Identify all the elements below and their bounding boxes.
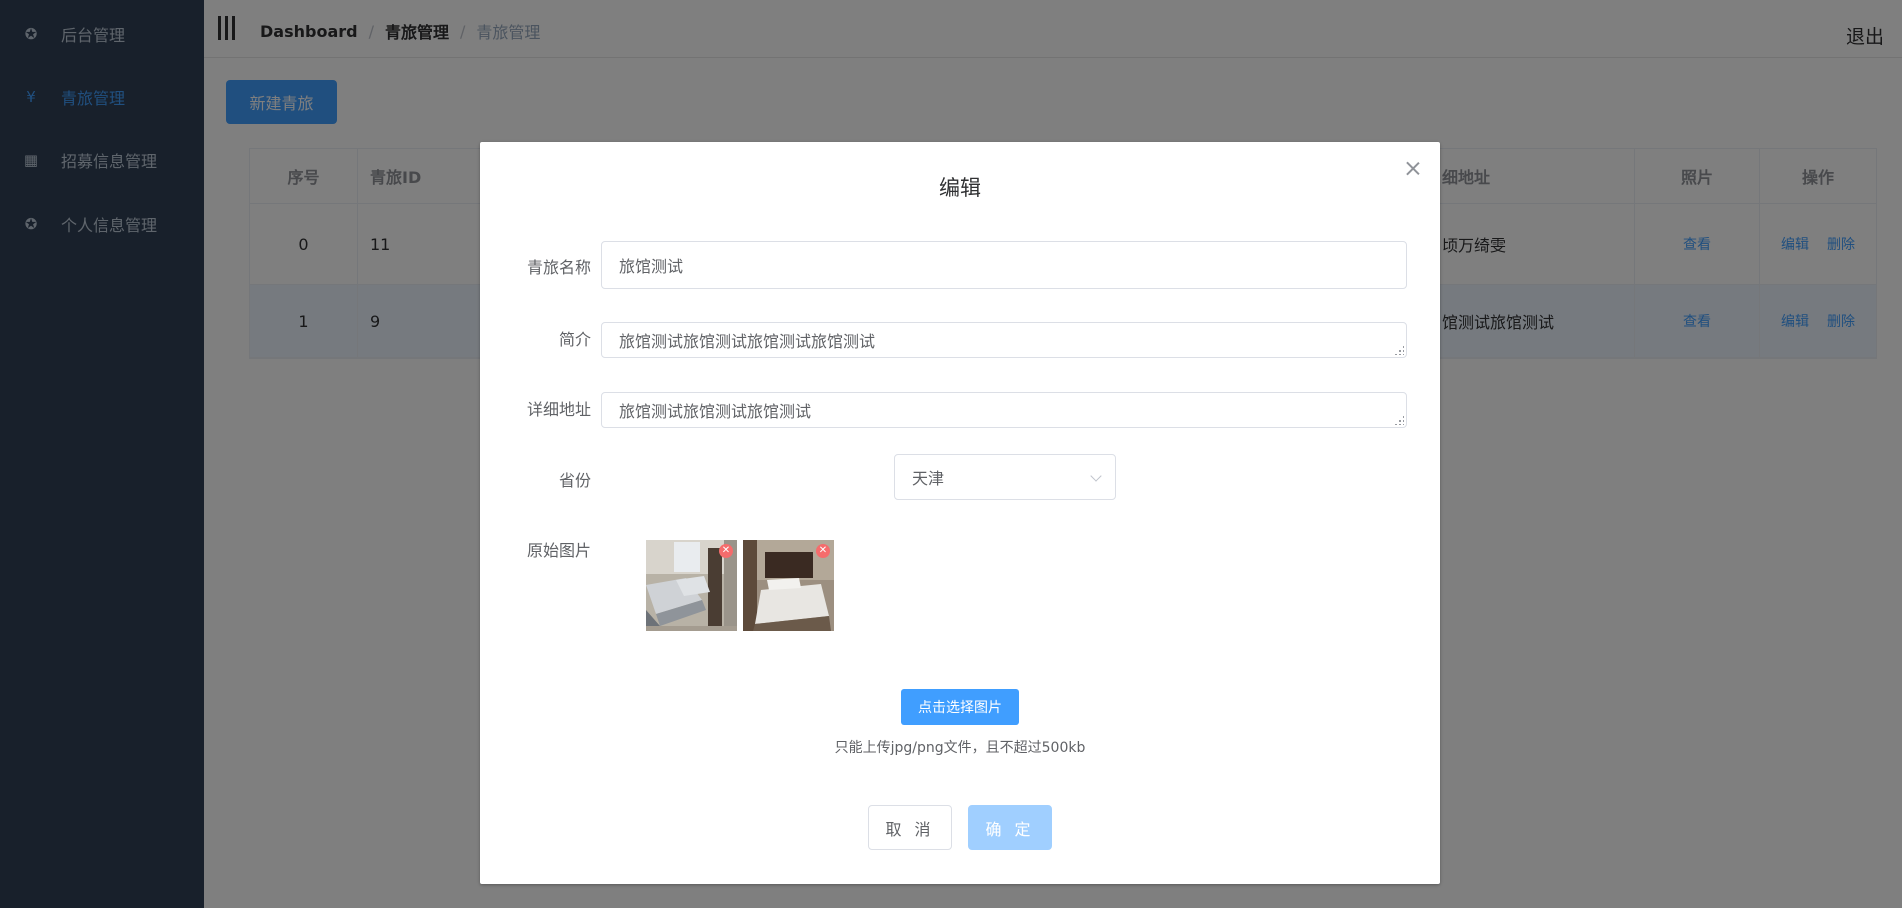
chevron-down-icon	[1090, 470, 1102, 482]
address-textarea[interactable]: 旅馆测试旅馆测试旅馆测试	[601, 392, 1407, 428]
intro-textarea[interactable]: 旅馆测试旅馆测试旅馆测试旅馆测试	[601, 322, 1407, 358]
address-text: 旅馆测试旅馆测试旅馆测试	[619, 402, 812, 421]
resize-handle-icon[interactable]	[1394, 345, 1404, 355]
remove-image-icon[interactable]: ✕	[719, 544, 733, 558]
select-image-button[interactable]: 点击选择图片	[901, 689, 1019, 725]
province-label: 省份	[558, 471, 591, 490]
name-label: 青旅名称	[526, 258, 591, 277]
confirm-button[interactable]: 确 定	[968, 805, 1052, 850]
dialog-title: 编辑	[939, 176, 981, 200]
edit-dialog: 编辑 青旅名称 旅馆测试 简介 旅馆测试旅馆测试旅馆测试旅馆测试 详细地址 旅馆…	[480, 142, 1440, 884]
cancel-button[interactable]: 取 消	[868, 805, 952, 850]
province-value: 天津	[912, 469, 945, 488]
remove-image-icon[interactable]: ✕	[816, 544, 830, 558]
intro-text: 旅馆测试旅馆测试旅馆测试旅馆测试	[619, 332, 876, 351]
address-label: 详细地址	[526, 400, 591, 419]
images-label: 原始图片	[526, 541, 591, 560]
upload-tip: 只能上传jpg/png文件，且不超过500kb	[834, 740, 1086, 756]
intro-label: 简介	[558, 330, 591, 349]
image-thumbnail: ✕	[743, 540, 834, 631]
close-icon[interactable]	[1402, 158, 1424, 180]
resize-handle-icon[interactable]	[1394, 415, 1404, 425]
hostel-name-input[interactable]: 旅馆测试	[601, 241, 1407, 289]
province-select[interactable]: 天津	[894, 454, 1116, 500]
image-thumbnail: ✕	[646, 540, 737, 631]
